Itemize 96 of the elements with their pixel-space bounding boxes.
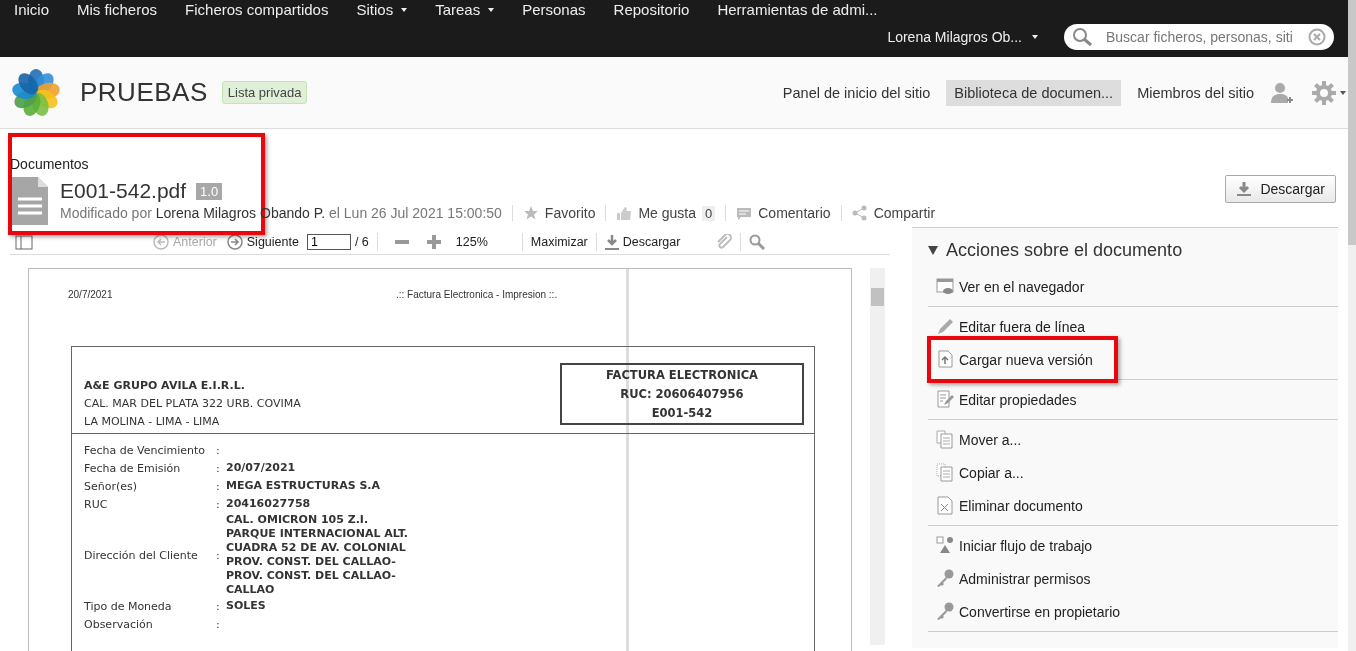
field-value: CAL. OMICRON 105 Z.I.	[226, 513, 370, 527]
site-nav-link[interactable]: Panel de inicio del sitio	[774, 79, 939, 106]
star-icon	[522, 205, 539, 221]
field-label: RUC	[84, 497, 109, 511]
download-icon	[604, 234, 619, 250]
colon: :	[216, 497, 221, 511]
download-button[interactable]: Descargar	[1225, 175, 1336, 203]
field-value: 20416027758	[226, 497, 312, 511]
add-user-icon[interactable]	[1270, 80, 1294, 105]
nav-menu-item[interactable]: Repositorio	[599, 0, 704, 18]
field-label: Tipo de Moneda	[84, 599, 173, 613]
search-field[interactable]: Buscar ficheros, personas, siti	[1064, 24, 1334, 50]
field-value: MEGA ESTRUCTURAS S.A	[226, 479, 382, 493]
documents-icon	[936, 430, 954, 449]
share-icon	[851, 205, 868, 221]
field-value: CUADRA 52 DE AV. COLONIAL	[226, 541, 407, 555]
print-date: 20/7/2021	[68, 289, 113, 300]
browser-eye-icon	[936, 277, 954, 296]
nav-menu-item[interactable]: Ficheros compartidos	[171, 0, 343, 18]
search-icon[interactable]	[749, 234, 766, 250]
invoice-number-box: FACTURA ELECTRONICA RUC: 20606407956 E001-542	[560, 363, 804, 425]
field-value: PARQUE INTERNACIONAL ALT.	[226, 527, 408, 541]
delete-file-icon	[936, 496, 954, 515]
clear-icon[interactable]	[1308, 28, 1326, 46]
page-field[interactable]: 1	[306, 234, 351, 250]
nav-menu-item[interactable]: Inicio	[0, 0, 64, 18]
thumbs-up-icon	[616, 205, 633, 221]
action-item[interactable]: Iniciar flujo de trabajo	[928, 529, 1338, 562]
download-button[interactable]: Descargar	[604, 234, 681, 250]
field-value: SOLES	[226, 599, 267, 613]
edit-form-icon	[936, 390, 954, 409]
site-nav-link[interactable]: Biblioteca de documen...	[946, 79, 1122, 106]
search-icon	[1072, 27, 1094, 47]
issuer-address: LA MOLINA - LIMA - LIMA	[84, 414, 221, 430]
document-icon	[10, 175, 50, 227]
field-label: Señor(es)	[84, 479, 139, 493]
issuer-name: A&E GRUPO AVILA E.I.R.L.	[84, 378, 246, 394]
maximize-button[interactable]: Maximizar	[530, 235, 588, 249]
nav-menu-item[interactable]: Herramientas de admi...	[703, 0, 892, 18]
field-label: Fecha de Vencimiento	[84, 443, 207, 457]
action-item[interactable]: Copiar a...	[928, 456, 1338, 489]
paperclip-icon[interactable]	[716, 234, 733, 250]
action-item[interactable]: Eliminar documento	[928, 489, 1338, 522]
field-label: Dirección del Cliente	[84, 548, 199, 562]
action-item[interactable]: Editar propiedades	[928, 383, 1338, 416]
action-item[interactable]: Cargar nueva versión	[928, 343, 1338, 376]
action-item[interactable]: Convertirse en propietario	[928, 595, 1338, 628]
file-name: E001-542.pdf	[60, 179, 187, 203]
upload-file-icon	[936, 350, 954, 369]
visibility-badge: Lista privada	[221, 81, 308, 104]
documents-icon	[936, 463, 954, 482]
print-heading: .:: Factura Electronica - Impresion ::.	[396, 289, 558, 300]
zoom-level[interactable]: 125%	[455, 235, 488, 249]
flower-logo-icon	[10, 66, 62, 119]
action-item[interactable]: Administrar permisos	[928, 562, 1338, 595]
field-value: 20/07/2021	[226, 461, 297, 475]
issuer-address: CAL. MAR DEL PLATA 322 URB. COVIMA	[84, 396, 301, 412]
colon: :	[216, 443, 221, 457]
user-menu[interactable]: Lorena Milagros Ob...	[887, 29, 1038, 45]
action-item[interactable]: Editar fuera de línea	[928, 310, 1338, 343]
key-icon	[936, 569, 954, 588]
comment-button[interactable]: Comentario	[725, 205, 841, 221]
colon: :	[216, 617, 221, 631]
key-icon	[936, 602, 954, 621]
like-button[interactable]: Me gusta 0	[605, 205, 726, 221]
version-badge: 1.0	[196, 182, 223, 200]
nav-menu-item[interactable]: Mis ficheros	[63, 0, 172, 18]
comment-icon	[736, 205, 753, 221]
action-item[interactable]: Mover a...	[928, 423, 1338, 456]
page-total: / 6	[354, 235, 369, 249]
download-icon	[1236, 181, 1253, 197]
workflow-shapes-icon	[936, 536, 954, 555]
field-value: PROV. CONST. DEL CALLAO-	[226, 555, 397, 569]
colon: :	[216, 479, 221, 493]
share-button[interactable]: Compartir	[840, 205, 946, 221]
zoom-in-icon[interactable]	[425, 234, 442, 250]
action-item[interactable]: Ver en el navegador	[928, 270, 1338, 303]
site-title: PRUEBAS	[80, 77, 208, 108]
pencil-icon	[936, 317, 954, 336]
nav-menu-item[interactable]: Tareas	[421, 0, 509, 18]
scrollbar[interactable]	[870, 268, 885, 645]
site-nav-link[interactable]: Miembros del sitio	[1129, 79, 1262, 106]
field-value: PROV. CONST. DEL CALLAO-	[226, 569, 397, 583]
nav-menu-item[interactable]: Personas	[508, 0, 600, 18]
nav-menu-item[interactable]: Sitios	[342, 0, 422, 18]
colon: :	[216, 548, 221, 562]
colon: :	[216, 461, 221, 475]
next-button[interactable]: Siguiente	[226, 234, 299, 250]
field-label: Fecha de Emisión	[84, 461, 182, 475]
page-scrollbar[interactable]	[1348, 0, 1356, 651]
sidebar-toggle-icon[interactable]	[15, 234, 33, 250]
field-label: Observación	[84, 617, 154, 631]
colon: :	[216, 599, 221, 613]
favorite-button[interactable]: Favorito	[511, 205, 606, 221]
section-toggle[interactable]: Acciones sobre el documento	[928, 228, 1338, 267]
field-value: CALLAO	[226, 583, 276, 597]
